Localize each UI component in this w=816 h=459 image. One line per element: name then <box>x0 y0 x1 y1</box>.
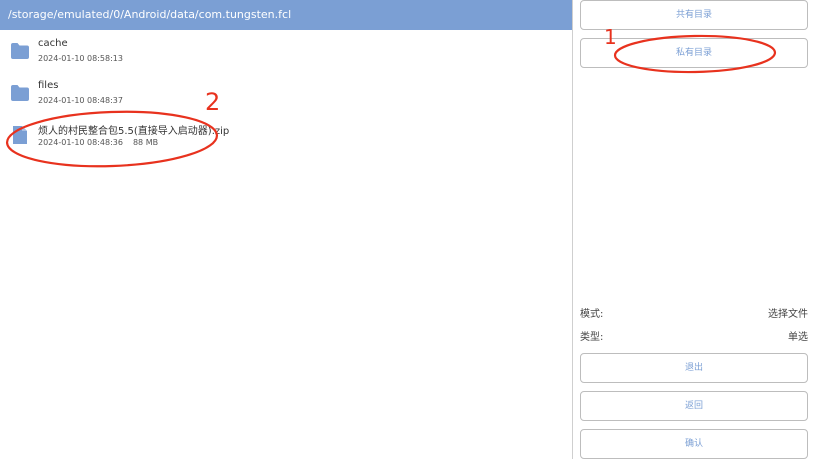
type-label: 类型: <box>580 332 604 343</box>
file-date: 2024-01-10 08:58:13 <box>38 54 123 63</box>
file-picker-screen: /storage/emulated/0/Android/data/com.tun… <box>0 0 816 459</box>
file-meta: 2024-01-10 08:48:37 <box>38 96 123 105</box>
file-date: 2024-01-10 08:48:36 <box>38 138 123 147</box>
file-size: 88 MB <box>132 138 159 147</box>
current-path-bar: /storage/emulated/0/Android/data/com.tun… <box>0 0 572 30</box>
file-name: files <box>38 80 59 91</box>
file-browser-panel: /storage/emulated/0/Android/data/com.tun… <box>0 0 572 459</box>
mode-row: 模式: 选择文件 <box>580 305 808 320</box>
confirm-button[interactable]: 确认 <box>580 429 808 459</box>
private-directory-button[interactable]: 私有目录 <box>580 38 808 68</box>
type-row: 类型: 单选 <box>580 328 808 343</box>
folder-icon <box>11 85 29 101</box>
options-panel: 共有目录 私有目录 模式: 选择文件 类型: 单选 退出 返回 确认 <box>573 0 816 459</box>
file-meta: 2024-01-10 08:48:36 88 MB <box>38 138 158 147</box>
exit-button[interactable]: 退出 <box>580 353 808 383</box>
list-item-zip[interactable]: 烦人的村民整合包5.5(直接导入启动器).zip 2024-01-10 08:4… <box>0 120 572 156</box>
shared-directory-button[interactable]: 共有目录 <box>580 0 808 30</box>
type-value: 单选 <box>788 332 808 343</box>
folder-icon <box>11 43 29 59</box>
file-meta: 2024-01-10 08:58:13 <box>38 54 123 63</box>
mode-value: 选择文件 <box>768 309 808 320</box>
list-item-cache[interactable]: cache 2024-01-10 08:58:13 <box>0 36 572 72</box>
mode-label: 模式: <box>580 309 604 320</box>
file-name: cache <box>38 38 68 49</box>
file-name: 烦人的村民整合包5.5(直接导入启动器).zip <box>38 126 230 137</box>
list-item-files[interactable]: files 2024-01-10 08:48:37 <box>0 78 572 114</box>
file-date: 2024-01-10 08:48:37 <box>38 96 123 105</box>
back-button[interactable]: 返回 <box>580 391 808 421</box>
file-icon <box>13 126 27 144</box>
